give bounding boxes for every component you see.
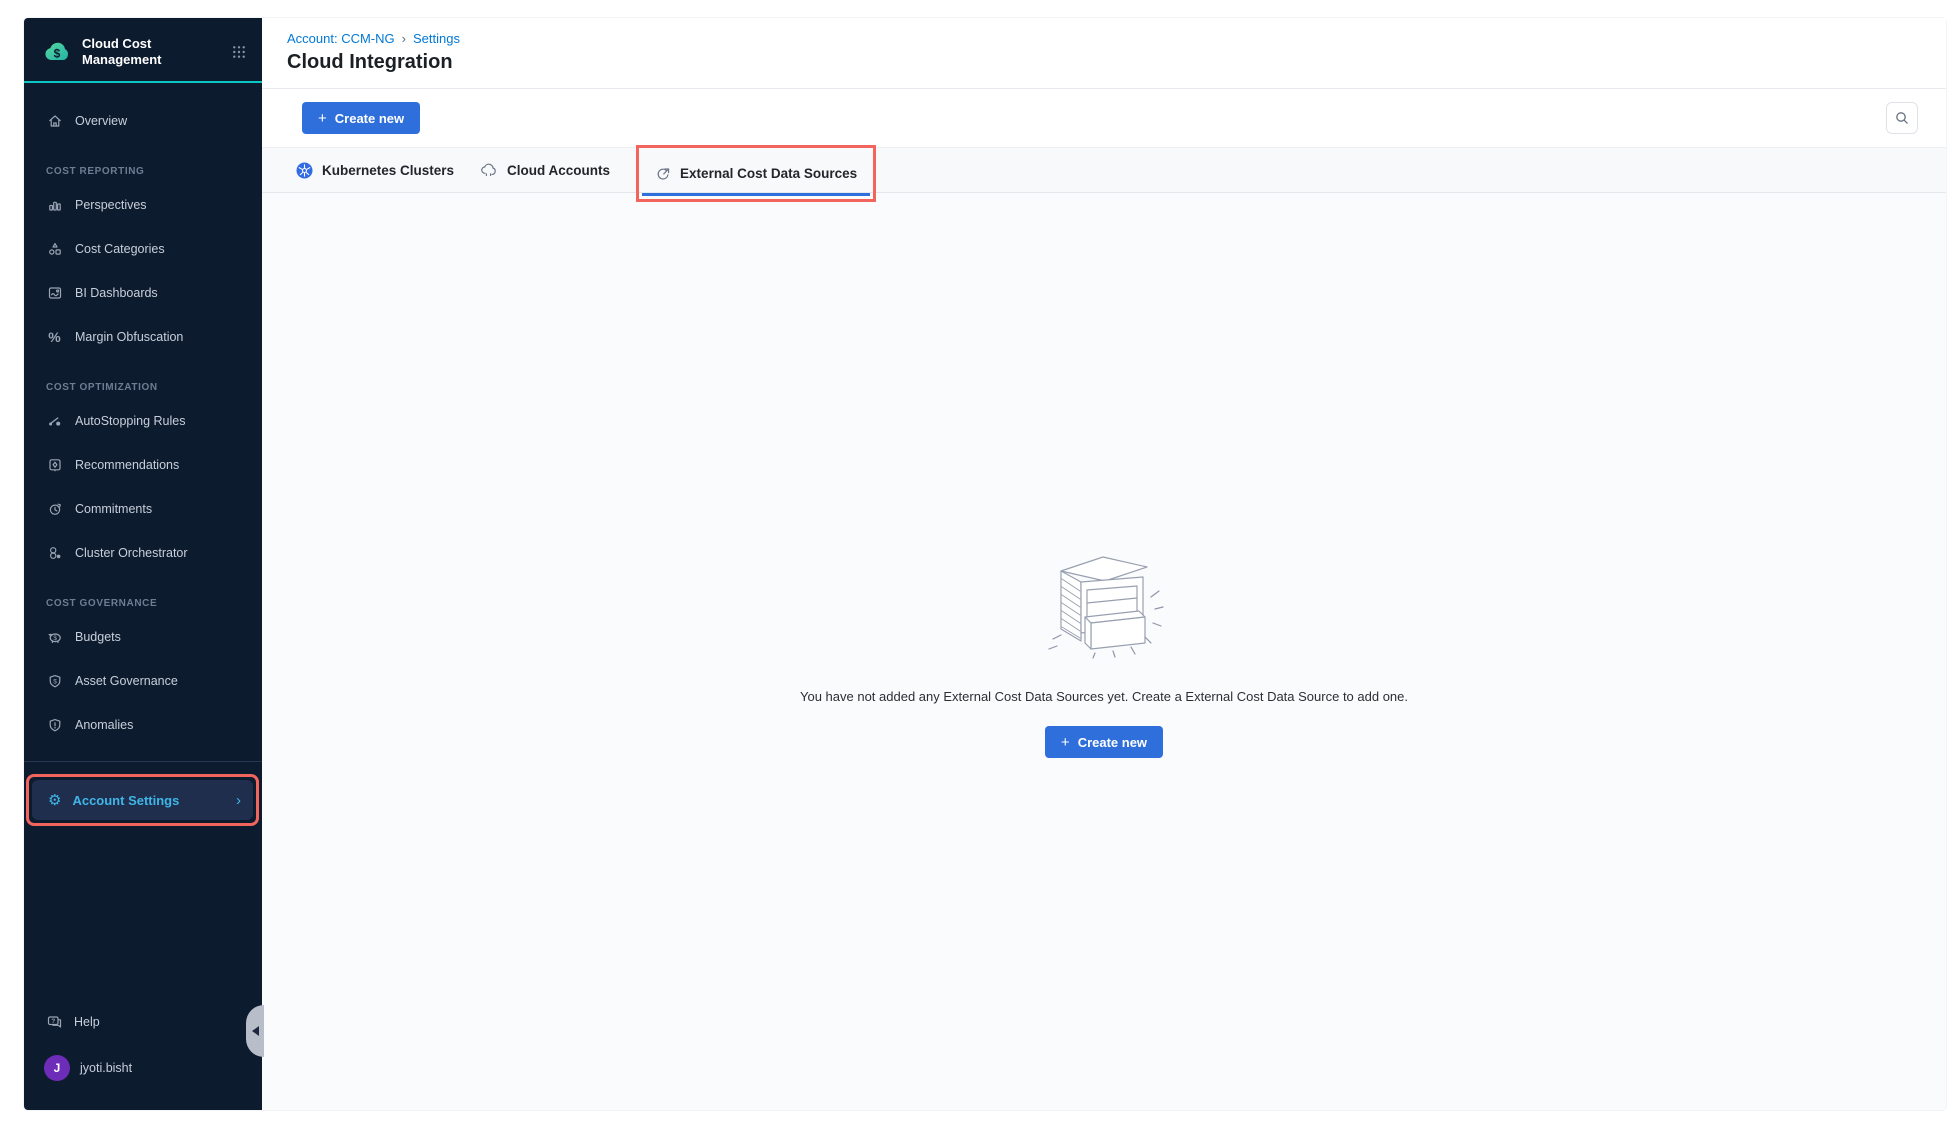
empty-drawer-illustration <box>1037 545 1171 659</box>
empty-state: You have not added any External Cost Dat… <box>800 545 1408 758</box>
annotation-highlight-account-settings: ⚙ Account Settings › <box>26 774 259 826</box>
section-cost-reporting: COST REPORTING <box>24 161 262 181</box>
svg-text:?: ? <box>51 1018 55 1025</box>
sidebar-item-label: Perspectives <box>75 198 147 212</box>
svg-text:$: $ <box>53 635 57 642</box>
sidebar-item-label: Asset Governance <box>75 674 178 688</box>
breadcrumb-account-link[interactable]: Account: CCM-NG <box>287 31 395 46</box>
sidebar-item-overview[interactable]: Overview <box>24 99 262 143</box>
annotation-highlight-external-tab: External Cost Data Sources <box>636 145 876 202</box>
sidebar-item-commitments[interactable]: Commitments <box>24 487 262 531</box>
sidebar-item-label: Overview <box>75 114 127 128</box>
sidebar-item-label: Account Settings <box>72 793 179 808</box>
avatar: J <box>44 1055 70 1081</box>
sidebar-item-label: BI Dashboards <box>75 286 158 300</box>
sidebar-item-budgets[interactable]: $ Budgets <box>24 615 262 659</box>
bar-chart-icon <box>46 197 63 213</box>
sidebar-item-label: AutoStopping Rules <box>75 414 186 428</box>
breadcrumb-settings-link[interactable]: Settings <box>413 31 460 46</box>
sidebar-item-asset-governance[interactable]: $ Asset Governance <box>24 659 262 703</box>
shield-dollar-icon: $ <box>46 673 63 689</box>
breadcrumb: Account: CCM-NG › Settings <box>287 31 1918 46</box>
search-icon <box>1894 110 1910 126</box>
sidebar-item-label: Commitments <box>75 502 152 516</box>
active-tab-underline <box>642 193 870 196</box>
sidebar-divider <box>24 761 262 762</box>
sidebar-item-label: Cluster Orchestrator <box>75 546 188 560</box>
sidebar-item-bi-dashboards[interactable]: BI Dashboards <box>24 271 262 315</box>
help-button[interactable]: ? Help <box>24 1000 262 1044</box>
tab-cloud-accounts[interactable]: Cloud Accounts <box>480 162 610 178</box>
sidebar-nav: Overview COST REPORTING Perspectives Cos… <box>24 83 262 826</box>
page-title: Cloud Integration <box>287 51 1918 74</box>
chevron-right-icon: › <box>236 792 241 809</box>
page-header: Account: CCM-NG › Settings Cloud Integra… <box>262 18 1946 89</box>
sidebar-footer: ? Help J jyoti.bisht <box>24 1000 262 1110</box>
create-new-label: Create new <box>1078 735 1147 750</box>
section-cost-governance: COST GOVERNANCE <box>24 593 262 613</box>
sidebar-item-perspectives[interactable]: Perspectives <box>24 183 262 227</box>
gear-icon: ⚙ <box>48 793 61 808</box>
tab-external-cost-data-sources[interactable]: External Cost Data Sources <box>655 166 857 182</box>
sidebar: $ Cloud Cost Management Overv <box>24 18 262 1110</box>
help-label: Help <box>74 1015 100 1029</box>
svg-text:$: $ <box>53 678 57 685</box>
help-chat-icon: ? <box>46 1014 63 1030</box>
sidebar-item-cost-categories[interactable]: Cost Categories <box>24 227 262 271</box>
sidebar-item-margin-obfuscation[interactable]: % Margin Obfuscation <box>24 315 262 359</box>
tab-label: Cloud Accounts <box>507 163 610 178</box>
tab-bar: Kubernetes Clusters Cloud Accounts <box>262 148 1946 193</box>
tab-kubernetes-clusters[interactable]: Kubernetes Clusters <box>296 162 454 179</box>
sidebar-item-anomalies[interactable]: Anomalies <box>24 703 262 747</box>
plus-icon: + <box>318 111 327 126</box>
collapse-arrow-icon <box>252 1026 259 1036</box>
recommendations-icon <box>46 457 63 473</box>
create-new-label: Create new <box>335 111 404 126</box>
tab-label: External Cost Data Sources <box>680 166 857 181</box>
toolbar: + Create new <box>262 89 1946 148</box>
shapes-icon <box>46 241 63 257</box>
svg-text:$: $ <box>54 47 61 61</box>
sidebar-item-label: Margin Obfuscation <box>75 330 183 344</box>
main-area: Account: CCM-NG › Settings Cloud Integra… <box>262 18 1946 1110</box>
section-cost-optimization: COST OPTIMIZATION <box>24 377 262 397</box>
plus-icon: + <box>1061 735 1070 750</box>
sidebar-item-label: Anomalies <box>75 718 133 732</box>
brand-header: $ Cloud Cost Management <box>24 18 262 81</box>
sidebar-collapse-handle[interactable] <box>246 1005 264 1057</box>
empty-state-message: You have not added any External Cost Dat… <box>800 689 1408 704</box>
sidebar-item-label: Budgets <box>75 630 121 644</box>
breadcrumb-separator-icon: › <box>402 31 406 46</box>
sidebar-item-cluster-orchestrator[interactable]: Cluster Orchestrator <box>24 531 262 575</box>
empty-create-new-button[interactable]: + Create new <box>1045 726 1163 758</box>
clock-arrow-icon <box>46 501 63 517</box>
sidebar-item-recommendations[interactable]: Recommendations <box>24 443 262 487</box>
username: jyoti.bisht <box>80 1061 132 1075</box>
home-icon <box>46 113 63 129</box>
cloud-cost-logo-icon: $ <box>42 37 72 67</box>
shield-alert-icon <box>46 717 63 733</box>
search-button[interactable] <box>1886 102 1918 134</box>
user-menu[interactable]: J jyoti.bisht <box>24 1044 262 1092</box>
autostopping-icon <box>46 413 63 429</box>
piggy-bank-icon: $ <box>46 629 63 645</box>
app-window: $ Cloud Cost Management Overv <box>24 18 1946 1110</box>
sidebar-item-label: Cost Categories <box>75 242 165 256</box>
module-grid-icon[interactable] <box>232 45 246 59</box>
sidebar-item-account-settings[interactable]: ⚙ Account Settings › <box>32 780 253 820</box>
cluster-icon <box>46 545 63 561</box>
sidebar-item-label: Recommendations <box>75 458 179 472</box>
percent-icon: % <box>46 330 63 344</box>
tab-label: Kubernetes Clusters <box>322 163 454 178</box>
brand-title: Cloud Cost Management <box>82 36 186 69</box>
sidebar-item-autostopping-rules[interactable]: AutoStopping Rules <box>24 399 262 443</box>
content-area: You have not added any External Cost Dat… <box>262 193 1946 1110</box>
kubernetes-icon <box>296 162 313 179</box>
external-link-icon <box>655 166 671 182</box>
dashboard-image-icon <box>46 285 63 301</box>
create-new-button[interactable]: + Create new <box>302 102 420 134</box>
cloud-icon <box>480 162 498 178</box>
